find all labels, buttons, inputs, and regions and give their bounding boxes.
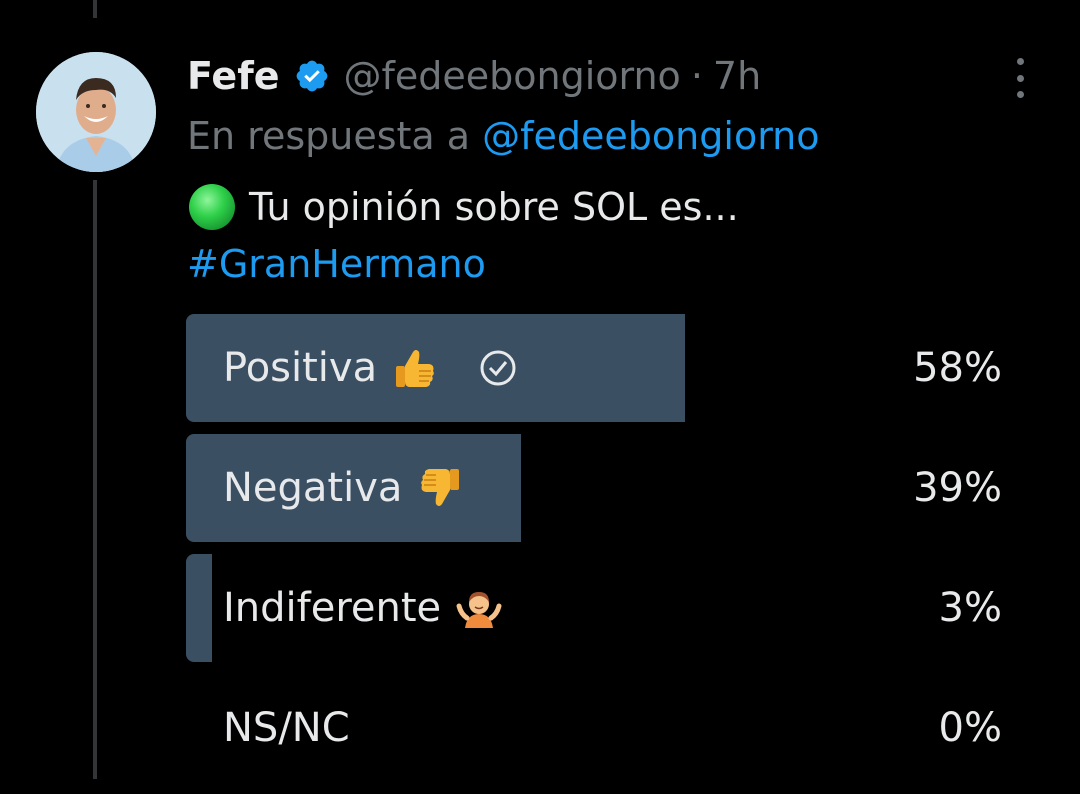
more-options-icon[interactable] (1010, 58, 1030, 98)
poll-option-percent: 0% (938, 705, 1002, 751)
poll-option: Indiferente 3% (186, 554, 1002, 662)
tweet-body-text: Tu opinión sobre SOL es... (249, 185, 739, 229)
avatar[interactable] (36, 52, 156, 172)
thumbs-down-icon (416, 464, 464, 512)
author-name[interactable]: Fefe (187, 54, 280, 98)
author-handle[interactable]: @fedeebongiorno (344, 54, 681, 98)
timestamp[interactable]: 7h (713, 54, 761, 98)
green-circle-icon (187, 182, 237, 232)
thread-line (93, 180, 97, 779)
poll-result-bar (186, 554, 212, 662)
poll-option-percent: 58% (913, 345, 1002, 391)
poll-option: NS/NC 0% (186, 674, 1002, 782)
separator-dot: · (690, 54, 703, 98)
poll-option: Positiva 58% (186, 314, 1002, 422)
selected-vote-check-icon (479, 349, 517, 387)
reply-prefix: En respuesta a (187, 114, 471, 158)
reply-mention-link[interactable]: @fedeebongiorno (482, 114, 819, 158)
thread-line (93, 0, 97, 18)
poll-option: Negativa 39% (186, 434, 1002, 542)
thumbs-up-icon (391, 344, 439, 392)
poll-option-label: Indiferente (223, 585, 442, 631)
poll-option-label: NS/NC (223, 705, 350, 751)
hashtag-link[interactable]: #GranHermano (187, 242, 486, 286)
poll: Positiva 58% Negativa 39% Indiferente 3%… (186, 314, 1002, 794)
tweet-header: Fefe @fedeebongiorno · 7h (187, 52, 761, 100)
poll-option-label: Positiva (223, 345, 378, 391)
poll-option-label: Negativa (223, 465, 403, 511)
tweet-text: Tu opinión sobre SOL es... (187, 182, 739, 232)
person-shrugging-icon (455, 584, 503, 632)
reply-context: En respuesta a @fedeebongiorno (187, 114, 819, 158)
poll-option-percent: 3% (938, 585, 1002, 631)
verified-badge-icon (294, 58, 330, 94)
poll-option-percent: 39% (913, 465, 1002, 511)
